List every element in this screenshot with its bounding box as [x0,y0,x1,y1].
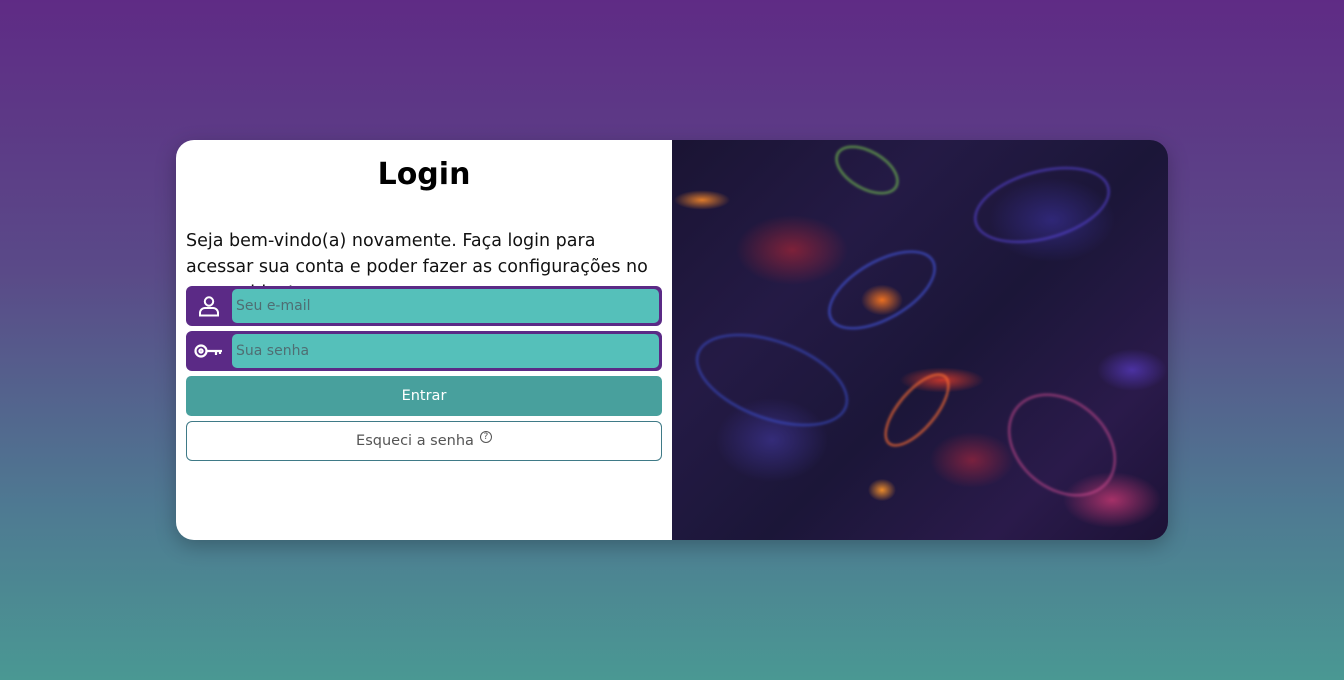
password-input[interactable] [232,334,659,368]
login-button[interactable]: Entrar [186,376,662,416]
forgot-password-label: Esqueci a senha [356,433,474,449]
user-icon [186,289,232,323]
email-input[interactable] [232,289,659,323]
login-card: Login Seja bem-vindo(a) novamente. Faça … [176,140,1168,540]
email-field-group [186,286,662,326]
key-icon [186,334,232,368]
question-circle-icon: ? [479,431,492,443]
password-field-group [186,331,662,371]
page-title: Login [377,157,471,192]
login-panel: Login Seja bem-vindo(a) novamente. Faça … [176,140,672,540]
forgot-password-button[interactable]: Esqueci a senha ? [186,421,662,461]
decorative-image [672,140,1168,540]
